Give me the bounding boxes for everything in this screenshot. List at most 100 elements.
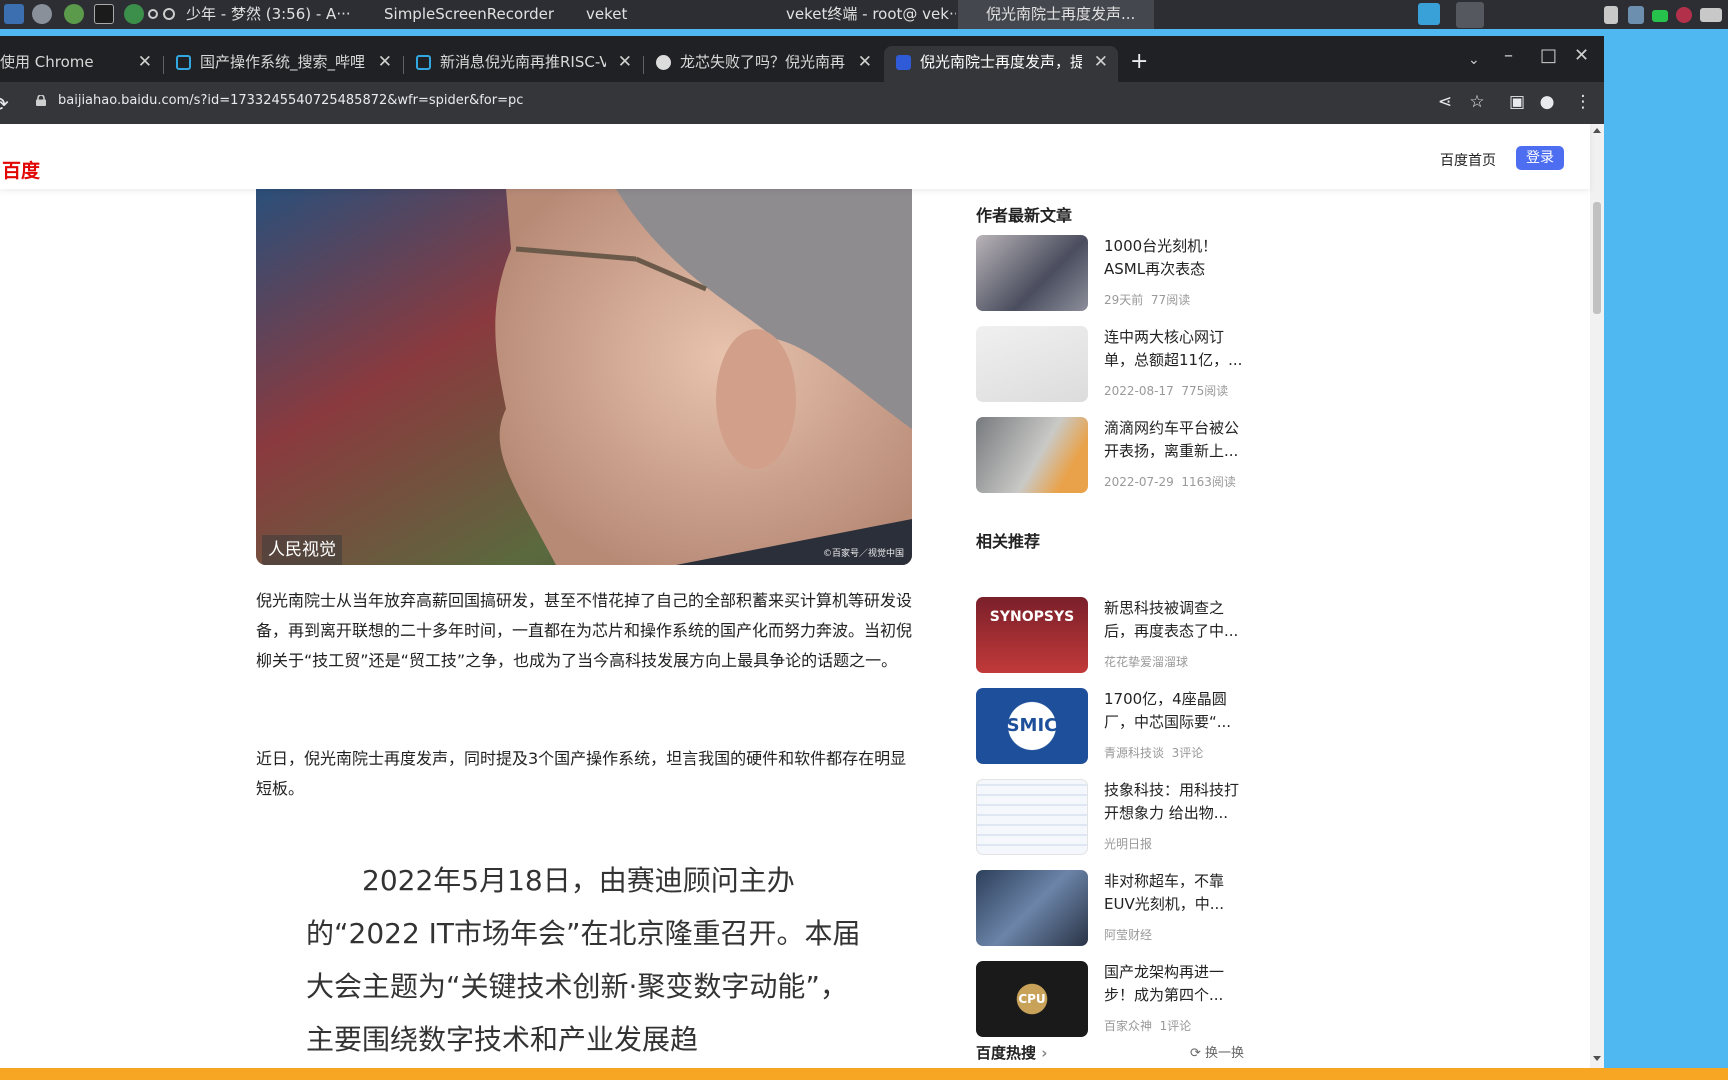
article-thumbnail [976,779,1088,855]
article-meta: 2022-08-17 775阅读 [1104,384,1229,398]
task-music-player[interactable]: 少年 - 梦然 (3:56) - A··· [186,0,356,29]
article-paragraph: 近日，倪光南院士再度发声，同时提及3个国产操作系统，坦言我国的硬件和软件都存在明… [256,749,907,798]
baidu-home-link[interactable]: 百度首页 [1440,150,1496,170]
refresh-button[interactable]: ⟳ 换一换 [1190,1042,1244,1061]
article-title[interactable]: 国产龙架构再进一步！成为第四个... [1104,961,1248,1007]
refresh-icon: ⟳ [1190,1046,1201,1061]
tab-label: 龙芯失败了吗？倪光南再 [680,53,846,71]
related-article-card[interactable]: SYNOPSYS 新思科技被调查之后，再度表态了中... 花花挚爱溜溜球 [976,597,1248,673]
keyboard-icon[interactable] [1700,8,1722,22]
share-icon[interactable]: ⋖ [1434,92,1456,112]
article-title[interactable]: 连中两大核心网订单，总额超11亿，... [1104,326,1248,372]
baidu-hot-search-heading[interactable]: 百度热搜 › [976,1042,1047,1063]
hero-credit: ©百家号／视觉中国 [822,549,904,559]
tab-use-chrome[interactable]: 使用 Chrome ✕ [0,46,162,82]
article-title[interactable]: 1700亿，4座晶圆厂，中芯国际要“... [1104,688,1248,734]
baidu-header: 百度 百度首页 登录 [0,124,1590,189]
tab-label: 倪光南院士再度发声，提 [920,53,1082,71]
hero-caption: 人民视觉 [262,535,342,565]
kebab-menu-icon[interactable]: ⋮ [1572,92,1594,112]
task-terminal[interactable]: veket终端 - root@ vek··· [760,0,956,29]
article-meta: 青源科技谈 3评论 [1104,746,1204,760]
tab-close-icon[interactable]: ✕ [378,46,392,78]
chrome-window: 使用 Chrome ✕ 国产操作系统_搜索_哔哩 ✕ 新消息倪光南再推RISC-… [0,36,1604,1068]
system-monitor-icon[interactable] [4,4,24,24]
related-article-card[interactable]: SMIC 1700亿，4座晶圆厂，中芯国际要“... 青源科技谈 3评论 [976,688,1248,764]
tab-label: 使用 Chrome [0,53,94,71]
tab-risc-v-news[interactable]: 新消息倪光南再推RISC-V ✕ [404,46,642,82]
alert-icon[interactable] [1676,7,1692,23]
tab-bilibili-search[interactable]: 国产操作系统_搜索_哔哩 ✕ [164,46,402,82]
article-title[interactable]: 1000台光刻机！ASML再次表态 [1104,235,1248,281]
task-screen-recorder[interactable]: SimpleScreenRecorder [364,0,554,29]
related-article-card[interactable]: 非对称超车，不靠EUV光刻机，中... 阿莹财经 [976,870,1248,946]
vertical-scrollbar[interactable] [1590,124,1604,1068]
article-thumbnail [976,870,1088,946]
bottom-panel-strip [0,1068,1728,1080]
tab-close-icon[interactable]: ✕ [138,46,152,78]
task-chrome[interactable]: 倪光南院士再度发声... [958,0,1154,29]
article-title[interactable]: 新思科技被调查之后，再度表态了中... [1104,597,1248,643]
article-thumbnail [976,417,1088,493]
scroll-up-arrow-icon[interactable] [1593,128,1601,133]
terminal-icon[interactable] [94,4,114,24]
taskbar-accent-strip [0,29,1728,36]
media-player-icon[interactable] [64,4,84,24]
article-title[interactable]: 技象科技：用科技打开想象力 给出物... [1104,779,1248,825]
globe-icon[interactable] [124,4,144,24]
network-icon[interactable] [1628,6,1644,24]
tab-active-article[interactable]: 倪光南院士再度发声，提 ✕ [884,46,1118,82]
article-meta: 29天前 77阅读 [1104,293,1191,307]
browser-toolbar: ⟳ baijiahao.baidu.com/s?id=1733245540725… [0,82,1604,124]
clipboard-icon[interactable] [1604,6,1618,24]
baidu-logo[interactable]: 百度 [2,156,40,183]
task-file-manager[interactable]: veket [560,0,680,29]
record-icon[interactable] [148,9,158,19]
latest-article-card[interactable]: 滴滴网约车平台被公开表扬，离重新上... 2022-07-29 1163阅读 [976,417,1248,493]
article-meta: 光明日报 [1104,837,1153,851]
tab-close-icon[interactable]: ✕ [618,46,632,78]
lock-icon[interactable] [36,95,46,106]
tab-search-chevron-icon[interactable]: ⌄ [1468,50,1480,70]
article-thumbnail: CPU [976,961,1088,1037]
scroll-down-arrow-icon[interactable] [1593,1056,1601,1061]
battery-icon[interactable] [1652,10,1668,22]
login-button[interactable]: 登录 [1516,146,1564,170]
latest-article-card[interactable]: 连中两大核心网订单，总额超11亿，... 2022-08-17 775阅读 [976,326,1248,402]
tab-label: 新消息倪光南再推RISC-V [440,53,606,71]
close-window-icon[interactable]: ✕ [1574,46,1589,66]
article-meta: 花花挚爱溜溜球 [1104,655,1189,669]
minimize-icon[interactable]: – [1504,46,1513,66]
article-meta: 百家众神 1评论 [1104,1019,1192,1033]
settings-gear-icon[interactable] [32,4,52,24]
portrait-photo [256,189,912,565]
article-meta: 阿莹财经 [1104,928,1153,942]
tab-close-icon[interactable]: ✕ [858,46,872,78]
new-tab-button[interactable]: + [1130,50,1148,74]
related-article-card[interactable]: 技象科技：用科技打开想象力 给出物... 光明日报 [976,779,1248,855]
tab-close-icon[interactable]: ✕ [1094,46,1108,78]
quote-image: 2022年5月18日，由赛迪顾问主办的“2022 IT市场年会”在北京隆重召开。… [256,844,912,1068]
article-hero-image: 人民视觉 ©百家号／视觉中国 [256,189,912,565]
tab-label: 国产操作系统_搜索_哔哩 [200,53,366,71]
tab-loongson[interactable]: 龙芯失败了吗？倪光南再 ✕ [644,46,882,82]
latest-article-card[interactable]: 1000台光刻机！ASML再次表态 29天前 77阅读 [976,235,1248,311]
bookmark-star-icon[interactable]: ☆ [1466,92,1488,112]
bilibili-favicon-icon [416,55,431,70]
maximize-icon[interactable]: □ [1540,46,1557,66]
scrollbar-thumb[interactable] [1593,202,1601,314]
article-title[interactable]: 滴滴网约车平台被公开表扬，离重新上... [1104,417,1248,463]
bilibili-favicon-icon [176,55,191,70]
side-panel-icon[interactable]: ▣ [1506,92,1528,112]
chrome-icon[interactable] [1456,2,1484,28]
address-bar[interactable]: baijiahao.baidu.com/s?id=173324554072548… [58,93,523,108]
remote-desktop-icon[interactable] [1418,3,1440,25]
author-latest-heading: 作者最新文章 [976,206,1073,225]
profile-avatar-icon[interactable]: ● [1536,92,1558,112]
feather-favicon-icon [656,55,671,70]
reload-icon[interactable]: ⟳ [0,92,9,116]
record-icon-2[interactable] [163,8,175,20]
related-article-card[interactable]: CPU 国产龙架构再进一步！成为第四个... 百家众神 1评论 [976,961,1248,1037]
article-title[interactable]: 非对称超车，不靠EUV光刻机，中... [1104,870,1248,916]
quote-image-text: 2022年5月18日，由赛迪顾问主办的“2022 IT市场年会”在北京隆重召开。… [306,864,861,1056]
